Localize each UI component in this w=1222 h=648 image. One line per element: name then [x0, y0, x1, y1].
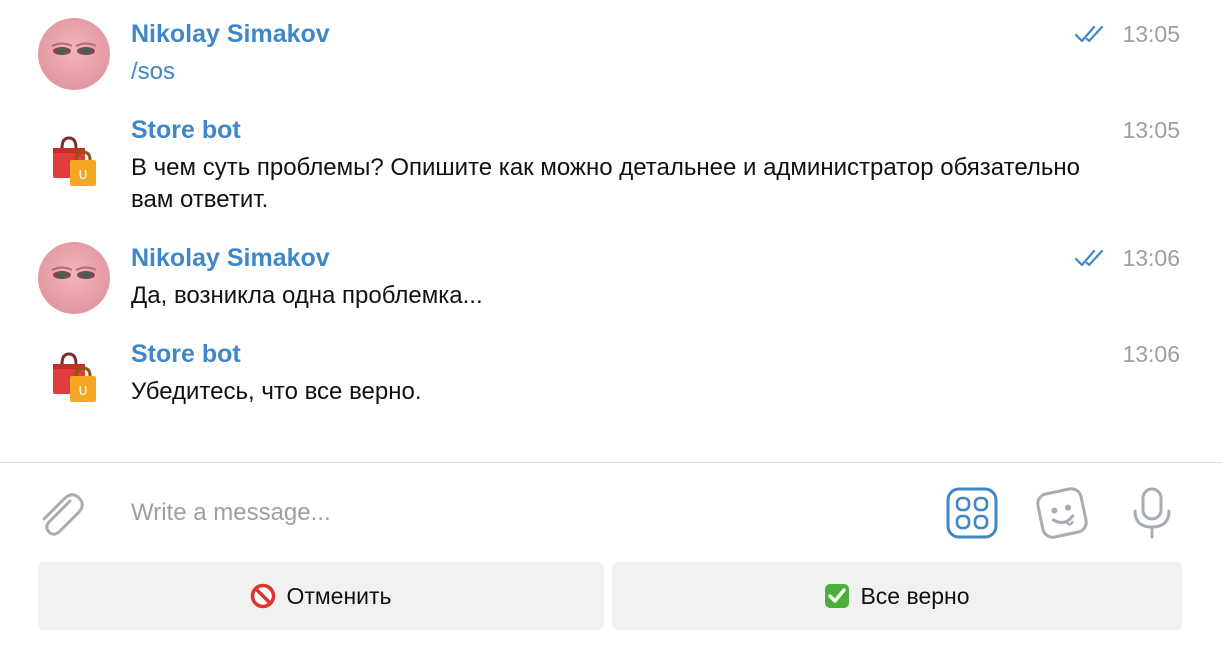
user-avatar[interactable]	[38, 242, 110, 314]
message-input[interactable]	[131, 493, 911, 533]
message-list: Nikolay Simakov /sos 13:05 U Store bot В…	[0, 0, 1222, 462]
double-check-icon	[1074, 25, 1104, 43]
bot-keyboard-icon[interactable]	[946, 487, 998, 539]
svg-text:U: U	[79, 168, 88, 182]
user-avatar-image	[51, 266, 97, 279]
message-sender[interactable]: Store bot	[131, 340, 241, 369]
svg-text:U: U	[79, 384, 88, 398]
shopping-bags-icon[interactable]: U	[38, 342, 110, 414]
bot-reply-keyboard: Отменить Все верно	[0, 562, 1222, 632]
message-text[interactable]: В чем суть проблемы? Опишите как можно д…	[131, 152, 1091, 216]
message-text[interactable]: Убедитесь, что все верно.	[131, 376, 1091, 408]
microphone-icon[interactable]	[1130, 487, 1174, 539]
cancel-button-label: Отменить	[286, 582, 392, 609]
message-sender[interactable]: Nikolay Simakov	[131, 20, 330, 49]
user-avatar[interactable]	[38, 18, 110, 90]
user-avatar-image	[51, 42, 97, 55]
prohibited-icon	[251, 583, 276, 609]
cancel-button[interactable]: Отменить	[38, 562, 604, 630]
message: U Store bot В чем суть проблемы? Опишите…	[0, 110, 1222, 234]
message: Nikolay Simakov Да, возникла одна пробле…	[0, 234, 1222, 330]
sticker-icon[interactable]	[1034, 485, 1090, 541]
confirm-button[interactable]: Все верно	[612, 562, 1182, 630]
message: Nikolay Simakov /sos 13:05	[0, 0, 1222, 110]
message-time: 13:05	[1122, 21, 1180, 47]
shopping-bags-icon[interactable]: U	[38, 126, 110, 198]
message-text[interactable]: Да, возникла одна проблемка...	[131, 280, 1091, 312]
check-mark-button-icon	[825, 584, 850, 608]
message-text[interactable]: /sos	[131, 56, 1091, 88]
message-time: 13:05	[1122, 117, 1180, 143]
message-composer	[0, 463, 1222, 559]
message-sender[interactable]: Nikolay Simakov	[131, 244, 330, 273]
message-time: 13:06	[1122, 245, 1180, 271]
paperclip-icon[interactable]	[34, 487, 84, 539]
double-check-icon	[1074, 249, 1104, 267]
confirm-button-label: Все верно	[860, 582, 970, 609]
message-sender[interactable]: Store bot	[131, 116, 241, 145]
message: U Store bot Убедитесь, что все верно. 13…	[0, 330, 1222, 430]
message-time: 13:06	[1122, 341, 1180, 367]
